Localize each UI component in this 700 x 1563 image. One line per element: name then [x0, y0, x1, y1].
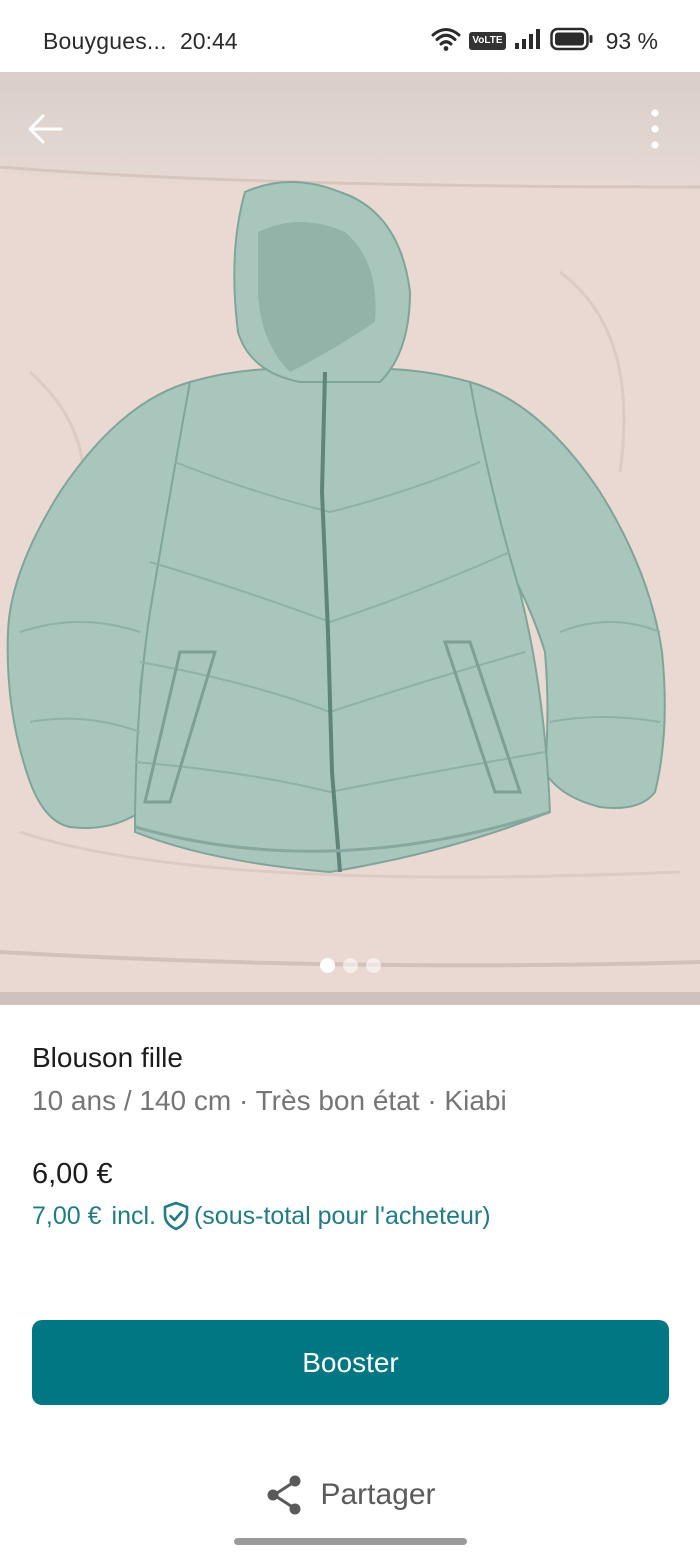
- buyer-price-row[interactable]: 7,00 € incl. (sous-total pour l'acheteur…: [32, 1200, 491, 1232]
- share-label: Partager: [320, 1478, 436, 1511]
- pagination-dot[interactable]: [342, 958, 358, 973]
- buyer-price: 7,00 €: [32, 1201, 102, 1230]
- item-photo-gallery[interactable]: [0, 72, 700, 1005]
- battery-percent: 93 %: [605, 27, 658, 54]
- item-photo: [0, 165, 700, 1005]
- home-indicator[interactable]: [234, 1538, 467, 1545]
- signal-icon: [514, 28, 542, 55]
- status-bar: Bouygues... 20:44 VoLTE 93 %: [0, 0, 700, 72]
- wifi-icon: [431, 26, 461, 57]
- battery-icon: [549, 27, 594, 56]
- item-title: Blouson fille: [32, 1042, 183, 1073]
- clock: 20:44: [180, 28, 238, 54]
- item-details: 10 ans / 140 cm · Très bon état · Kiabi: [32, 1085, 507, 1116]
- share-icon: [267, 1475, 301, 1515]
- pagination-dot[interactable]: [365, 958, 381, 973]
- gallery-pagination: [0, 958, 700, 973]
- share-button[interactable]: Partager: [0, 1472, 700, 1518]
- boost-button[interactable]: Booster: [32, 1320, 669, 1405]
- incl-label: incl.: [111, 1201, 156, 1230]
- boost-button-label: Booster: [302, 1346, 399, 1378]
- pagination-dot[interactable]: [319, 958, 335, 973]
- carrier-name: Bouygues...: [43, 28, 167, 54]
- back-button[interactable]: [22, 106, 68, 152]
- more-vertical-icon: [651, 109, 659, 149]
- buyer-subtotal-note: (sous-total pour l'acheteur): [193, 1201, 491, 1230]
- back-arrow-icon: [28, 114, 63, 144]
- status-icons: VoLTE 93 %: [431, 24, 658, 58]
- buyer-protection-shield-icon: [160, 1200, 192, 1232]
- more-options-button[interactable]: [640, 104, 670, 154]
- volte-icon: VoLTE: [469, 32, 506, 50]
- item-price: 6,00 €: [32, 1158, 113, 1190]
